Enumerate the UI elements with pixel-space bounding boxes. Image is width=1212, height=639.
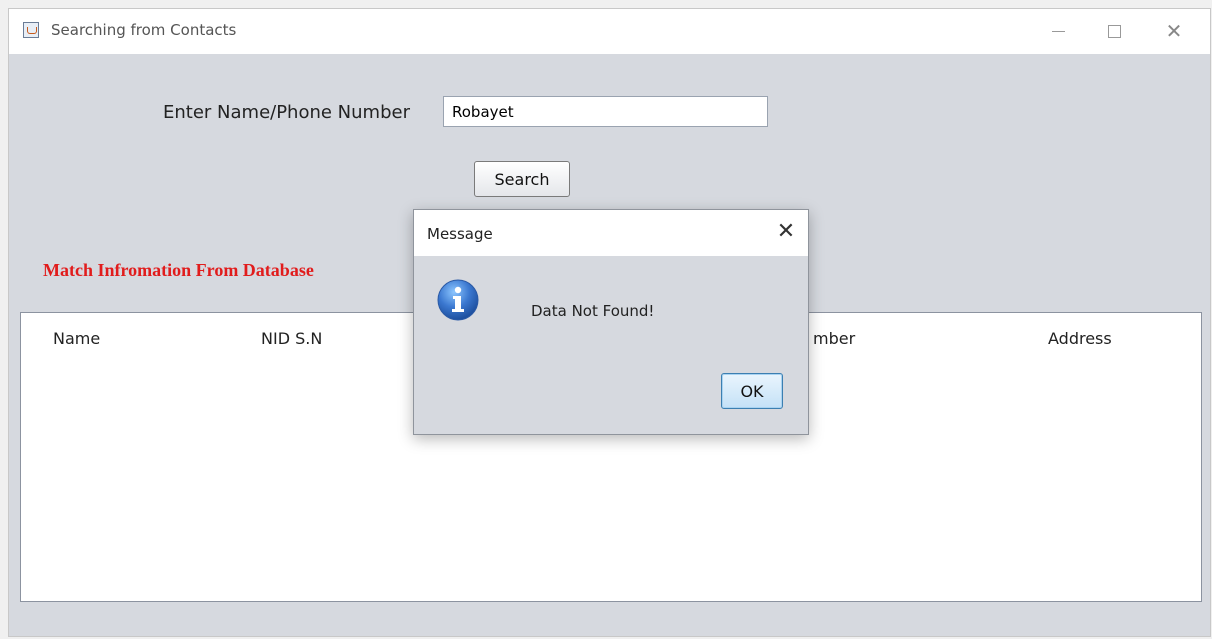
results-section-title: Match Infromation From Database (43, 260, 314, 280)
search-button[interactable]: Search (474, 161, 570, 197)
search-input[interactable]: Robayet (443, 96, 768, 127)
column-header-address[interactable]: Address (1048, 329, 1112, 348)
close-icon: ✕ (776, 218, 796, 243)
window-title: Searching from Contacts (51, 21, 237, 39)
dialog-message: Data Not Found! (531, 302, 655, 320)
dialog-title-bar: Message ✕ (414, 210, 808, 256)
column-header-name[interactable]: Name (53, 329, 100, 348)
maximize-icon (1107, 25, 1121, 38)
search-label: Enter Name/Phone Number (163, 102, 410, 123)
column-header-number[interactable]: mber (813, 329, 855, 348)
minimize-button[interactable] (1030, 9, 1086, 54)
java-cup-icon (23, 22, 39, 38)
close-icon: ✕ (1165, 20, 1183, 43)
minimize-icon (1051, 31, 1065, 32)
maximize-button[interactable] (1086, 9, 1142, 54)
main-window: Searching from Contacts ✕ Enter Name/Pho… (8, 8, 1211, 637)
title-bar: Searching from Contacts ✕ (9, 9, 1210, 54)
message-dialog: Message ✕ Data Not Found! OK (413, 209, 809, 435)
close-button[interactable]: ✕ (1146, 9, 1202, 54)
info-icon (437, 279, 479, 321)
dialog-title: Message (427, 225, 493, 243)
column-header-nid[interactable]: NID S.N (261, 329, 322, 348)
ok-button[interactable]: OK (721, 373, 783, 409)
dialog-close-button[interactable]: ✕ (774, 219, 798, 243)
